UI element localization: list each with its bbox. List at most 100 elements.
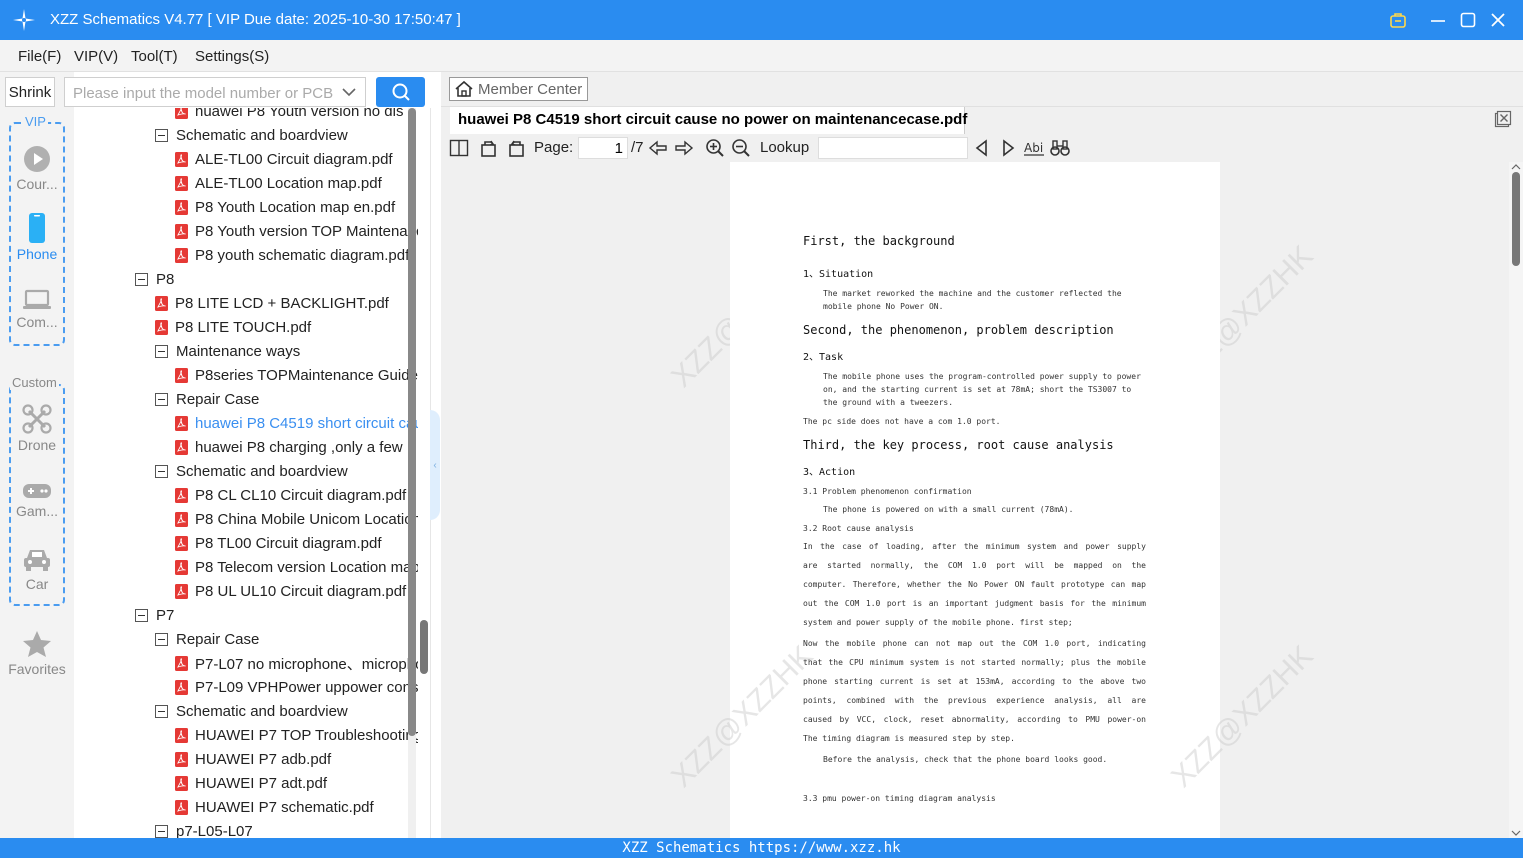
lookup-input[interactable] <box>818 137 968 159</box>
binoculars-icon[interactable] <box>1050 138 1070 158</box>
tree-scrollbar-thumb[interactable] <box>408 108 416 736</box>
back-arrow-icon[interactable] <box>648 138 668 158</box>
nav-games[interactable]: Gam... <box>0 482 74 519</box>
tree-item-label: P7-L07 no microphone、microphone <box>195 655 418 673</box>
tree-file[interactable]: P8 Telecom version Location map <box>175 555 418 579</box>
collapse-toggle-icon[interactable] <box>155 632 168 646</box>
tree-item-label: P8series TOPMaintenance Guide <box>195 366 418 384</box>
tree-folder[interactable]: P7 <box>135 603 174 627</box>
nav-favorites[interactable]: Favorites <box>0 630 74 677</box>
tree-folder[interactable]: Schematic and boardview <box>155 459 348 483</box>
tree-file[interactable]: P8 Youth version TOP Maintenance <box>175 219 418 243</box>
pdf-text-line: First, the background <box>803 234 955 248</box>
menu-file[interactable]: File(F) <box>18 48 61 65</box>
search-button[interactable] <box>376 77 425 107</box>
nav-drone[interactable]: Drone <box>0 404 74 453</box>
collapse-toggle-icon[interactable] <box>155 704 168 718</box>
minimize-button[interactable] <box>1426 8 1450 32</box>
tree-file[interactable]: P7-L09 VPHPower uppower cons <box>175 675 418 699</box>
tree-file[interactable]: P8 China Mobile Unicom Location <box>175 507 418 531</box>
tree-file[interactable]: P8 CL CL10 Circuit diagram.pdf <box>175 483 406 507</box>
collapse-toggle-icon[interactable] <box>155 344 168 358</box>
tree-file[interactable]: P7-L07 no microphone、microphone <box>175 651 418 675</box>
document-tab[interactable]: huawei P8 C4519 short circuit cause no p… <box>450 107 967 134</box>
sidebar-toggle-icon[interactable] <box>449 138 469 158</box>
nav-phone[interactable]: Phone <box>0 213 74 262</box>
tree-file[interactable]: huawei P8 Youth version no dis <box>175 108 403 123</box>
member-center-button[interactable]: Member Center <box>449 77 588 101</box>
tree-file[interactable]: huawei P8 C4519 short circuit cause <box>175 411 418 435</box>
tree-file[interactable]: P8series TOPMaintenance Guide <box>175 363 418 387</box>
pdf-scrollbar[interactable] <box>1509 162 1523 838</box>
tree-item-label: huawei P8 Youth version no dis <box>195 108 404 120</box>
pdf-text-line: the ground with a tweezers. <box>823 398 954 407</box>
page-number-input[interactable] <box>578 137 628 159</box>
scroll-down-icon[interactable] <box>1509 828 1523 838</box>
model-search[interactable] <box>64 77 366 107</box>
maximize-button[interactable] <box>1456 8 1480 32</box>
close-tab-icon[interactable] <box>1494 110 1512 128</box>
title-bar: XZZ Schematics V4.77 [ VIP Due date: 202… <box>0 0 1523 40</box>
zoom-in-icon[interactable] <box>705 138 725 158</box>
vip-bag-button[interactable] <box>1386 8 1410 32</box>
collapse-toggle-icon[interactable] <box>135 272 148 286</box>
match-case-icon[interactable]: Abi <box>1024 138 1044 158</box>
tree-file[interactable]: P8 UL UL10 Circuit diagram.pdf <box>175 579 406 603</box>
tree-folder[interactable]: p7-L05-L07 <box>155 819 253 838</box>
nav-courses[interactable]: Cour... <box>0 145 74 192</box>
rotate-left-icon[interactable] <box>479 138 499 158</box>
tree-file[interactable]: HUAWEI P7 adt.pdf <box>175 771 327 795</box>
tree-folder[interactable]: Schematic and boardview <box>155 123 348 147</box>
tree-file[interactable]: ALE-TL00 Circuit diagram.pdf <box>175 147 393 171</box>
tree-file[interactable]: P8 Youth Location map en.pdf <box>175 195 395 219</box>
tree-item-label: P8 China Mobile Unicom Location <box>195 510 418 528</box>
menu-settings[interactable]: Settings(S) <box>195 48 269 65</box>
collapse-toggle-icon[interactable] <box>135 608 148 622</box>
pdf-text-line: phone starting current is set at 153mA, … <box>803 677 1146 686</box>
tree-file[interactable]: P8 TL00 Circuit diagram.pdf <box>175 531 381 555</box>
find-next-icon[interactable] <box>998 138 1018 158</box>
tree-folder[interactable]: Repair Case <box>155 387 259 411</box>
tree-file[interactable]: HUAWEI P7 TOP Troubleshooting <box>175 723 418 747</box>
zoom-out-icon[interactable] <box>731 138 751 158</box>
tree-scroll-handle[interactable] <box>420 620 428 674</box>
find-previous-icon[interactable] <box>972 138 992 158</box>
rotate-right-icon[interactable] <box>506 138 526 158</box>
pdf-page[interactable]: First, the background 1、Situation The mark… <box>730 162 1220 838</box>
tree-file[interactable]: P8 youth schematic diagram.pdf <box>175 243 409 267</box>
scroll-up-icon[interactable] <box>1509 162 1523 172</box>
menu-vip[interactable]: VIP(V) <box>74 48 118 65</box>
tree-file[interactable]: P8 LITE TOUCH.pdf <box>155 315 311 339</box>
tree-file[interactable]: ALE-TL00 Location map.pdf <box>175 171 382 195</box>
model-search-input[interactable] <box>73 83 335 103</box>
minimize-icon <box>1431 20 1445 22</box>
tree-folder[interactable]: P8 <box>135 267 174 291</box>
tree-item-label: huawei P8 C4519 short circuit cause <box>195 414 418 432</box>
collapse-toggle-icon[interactable] <box>155 824 168 838</box>
tree-scrollbar[interactable] <box>408 108 416 838</box>
collapse-toggle-icon[interactable] <box>155 464 168 478</box>
tree-item-label: P7-L09 VPHPower uppower cons <box>195 678 418 696</box>
pdf-text-line: out the COM 1.0 port is an important jud… <box>803 599 1146 608</box>
collapse-toggle-icon[interactable] <box>155 128 168 142</box>
shrink-button[interactable]: Shrink <box>5 77 55 107</box>
pdf-file-icon <box>175 175 188 191</box>
menu-tool[interactable]: Tool(T) <box>131 48 178 65</box>
close-button[interactable] <box>1486 8 1510 32</box>
nav-computer[interactable]: Com... <box>0 289 74 330</box>
tree-file[interactable]: HUAWEI P7 schematic.pdf <box>175 795 374 819</box>
tree-file[interactable]: HUAWEI P7 adb.pdf <box>175 747 331 771</box>
pdf-scrollbar-thumb[interactable] <box>1512 172 1520 266</box>
chevron-down-icon[interactable] <box>341 84 357 100</box>
tree-folder[interactable]: Repair Case <box>155 627 259 651</box>
pdf-text-line: on, and the starting current is set at 7… <box>823 385 1132 394</box>
forward-arrow-icon[interactable] <box>674 138 694 158</box>
tree-file[interactable]: huawei P8 charging ,only a few <box>175 435 403 459</box>
collapse-panel-button[interactable]: ‹ <box>430 410 440 520</box>
tree-folder[interactable]: Maintenance ways <box>155 339 300 363</box>
tree-folder[interactable]: Schematic and boardview <box>155 699 348 723</box>
tree-item-label: huawei P8 charging ,only a few <box>195 438 403 456</box>
tree-file[interactable]: P8 LITE LCD + BACKLIGHT.pdf <box>155 291 389 315</box>
collapse-toggle-icon[interactable] <box>155 392 168 406</box>
nav-car[interactable]: Car <box>0 547 74 592</box>
